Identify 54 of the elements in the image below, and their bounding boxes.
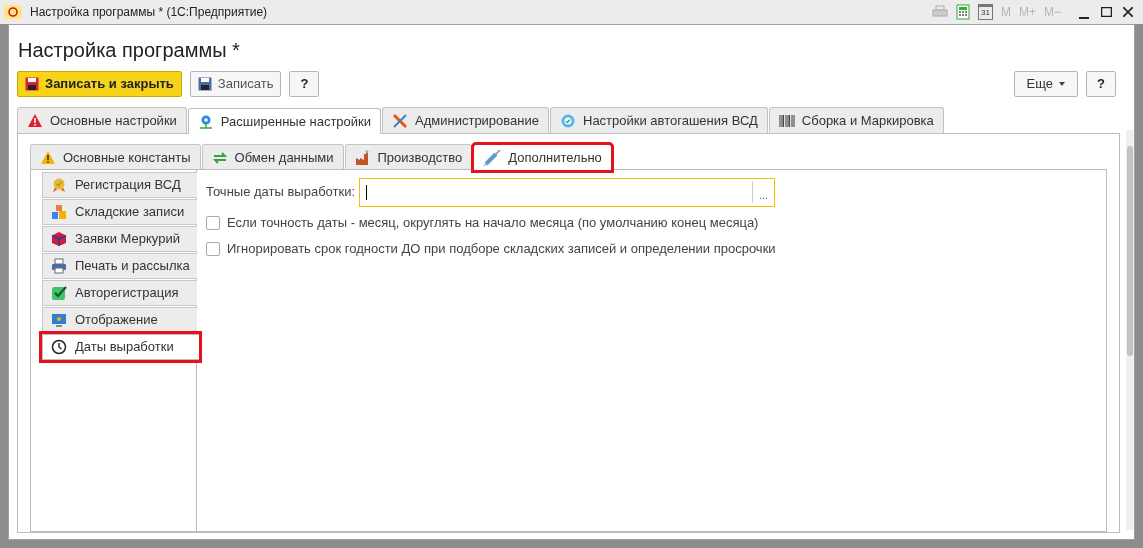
subtab[interactable]: Дополнительно xyxy=(473,144,612,171)
checkbox-label: Игнорировать срок годности ДО при подборе складских записей и определении просрочки xyxy=(227,240,776,259)
scrollbar[interactable] xyxy=(1126,130,1134,530)
close-icon[interactable] xyxy=(1121,5,1135,19)
checkbox-label: Если точность даты - месяц, округлять на начало месяца (по умолчанию конец месяца) xyxy=(227,214,759,233)
syringe-icon xyxy=(483,150,502,166)
barcode-icon xyxy=(778,113,795,128)
calculator-icon[interactable] xyxy=(955,4,970,20)
tab[interactable]: Сборка и Маркировка xyxy=(768,107,944,133)
warning-icon xyxy=(40,149,56,166)
sidebar-item[interactable]: Складские записи xyxy=(42,199,197,225)
subtab[interactable]: Основные константы xyxy=(30,144,201,170)
sidebar-item[interactable]: Печать и рассылка xyxy=(42,253,197,279)
medal-icon xyxy=(51,177,67,193)
warning-icon xyxy=(27,112,43,129)
tab[interactable]: Основные настройки xyxy=(17,107,187,133)
subtab[interactable]: Производство xyxy=(344,144,473,170)
form-heading: Настройка программы * xyxy=(17,38,241,63)
checkbox[interactable] xyxy=(206,242,220,256)
save-and-close-button[interactable]: Записать и закрыть xyxy=(17,71,182,97)
window-title: Настройка программы * (1С:Предприятие) xyxy=(30,4,268,21)
help-button[interactable]: ? xyxy=(1086,71,1116,97)
sidebar-item[interactable]: Отображение xyxy=(42,307,197,333)
calendar-button[interactable]: 31 xyxy=(977,4,993,20)
tab[interactable]: Расширенные настройки xyxy=(187,108,382,134)
help-button[interactable]: ? xyxy=(289,71,320,97)
tab[interactable]: Настройки автогашения ВСД xyxy=(550,107,768,133)
select-button[interactable]: ... xyxy=(752,181,775,203)
badge-icon xyxy=(560,112,576,129)
subtab[interactable]: Обмен данными xyxy=(201,144,344,170)
printer-icon xyxy=(51,258,67,274)
monitor-icon xyxy=(51,312,67,328)
clock-icon xyxy=(51,339,67,355)
tab[interactable]: Администрирование xyxy=(382,107,549,133)
sidebar-item[interactable]: Авторегистрация xyxy=(42,280,197,306)
sidebar-item[interactable]: Заявки Меркурий xyxy=(42,226,197,252)
gear-icon xyxy=(197,113,214,130)
caret-icon xyxy=(1059,82,1066,86)
date-input-field[interactable]: ... xyxy=(359,177,776,207)
check-icon xyxy=(51,285,67,301)
app-logo-icon xyxy=(4,5,22,19)
text-cursor xyxy=(366,184,368,200)
cube-icon xyxy=(51,231,67,247)
maximize-icon[interactable] xyxy=(1099,5,1113,19)
save-button[interactable]: Записать xyxy=(189,71,282,97)
sync-icon xyxy=(211,149,228,166)
more-menu-button[interactable]: Еще xyxy=(1013,71,1079,97)
checkbox[interactable] xyxy=(206,216,220,230)
field-label: Точные даты выработки: xyxy=(206,183,356,202)
sidebar-item[interactable]: Регистрация ВСД xyxy=(42,172,197,198)
boxes-icon xyxy=(51,204,67,220)
tools-icon xyxy=(392,112,409,129)
factory-icon xyxy=(354,149,371,166)
sidebar-item[interactable]: Даты выработки xyxy=(42,334,199,360)
